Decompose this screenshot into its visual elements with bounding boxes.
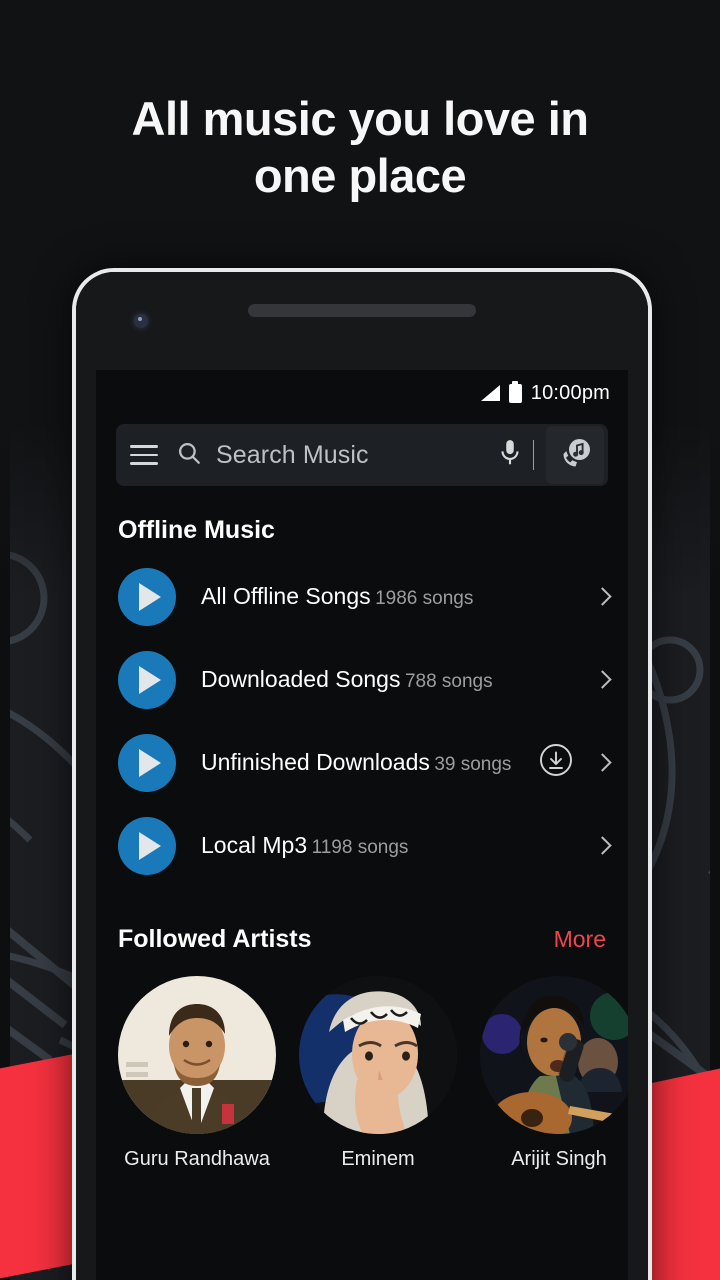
promo-screenshot: All music you love in one place 10:00pm [0, 0, 720, 1280]
list-item-subtitle: 1986 songs [375, 588, 474, 610]
caller-tune-icon[interactable] [546, 426, 604, 484]
followed-artists-header: Followed Artists More [96, 925, 628, 954]
list-item-text: Local Mp3 1198 songs [201, 831, 596, 860]
phone-volume-button[interactable] [648, 570, 652, 718]
front-camera-icon [134, 314, 148, 328]
chevron-right-icon[interactable] [596, 670, 608, 690]
headline-line-2: one place [253, 149, 467, 203]
earpiece-speaker [248, 304, 476, 317]
followed-artists-list: Guru Randhawa Eminem Arijit Singh [96, 976, 628, 1171]
offline-music-header: Offline Music [96, 516, 628, 545]
list-item-title: Local Mp3 [201, 832, 308, 859]
download-icon[interactable] [538, 742, 574, 783]
list-item-title: Unfinished Downloads [201, 749, 430, 776]
list-item[interactable]: All Offline Songs 1986 songs [96, 555, 628, 638]
play-icon[interactable] [118, 650, 176, 709]
play-icon[interactable] [118, 816, 176, 875]
headline-line-1: All music you love in [131, 92, 590, 145]
search-icon [176, 440, 202, 471]
artist-name: Eminem [341, 1148, 415, 1170]
list-item-text: All Offline Songs 1986 songs [201, 582, 596, 611]
list-item-subtitle: 39 songs [434, 754, 512, 776]
search-input-placeholder[interactable]: Search Music [216, 441, 497, 470]
hamburger-menu-icon[interactable] [130, 445, 158, 465]
play-icon[interactable] [118, 567, 176, 626]
followed-artists-title: Followed Artists [118, 925, 312, 953]
promo-headline: All music you love in one place [0, 90, 720, 205]
list-item-text: Downloaded Songs 788 songs [201, 665, 596, 694]
artist-name: Arijit Singh [511, 1148, 607, 1170]
list-item-title: Downloaded Songs [201, 666, 401, 693]
list-item-subtitle: 1198 songs [311, 837, 409, 859]
chevron-right-icon[interactable] [596, 587, 608, 607]
status-bar-clock: 10:00pm [530, 381, 610, 404]
avatar[interactable] [299, 976, 457, 1134]
search-bar[interactable]: Search Music [116, 424, 608, 486]
signal-triangle-icon [480, 385, 500, 401]
play-icon[interactable] [118, 733, 176, 792]
list-item[interactable]: Local Mp3 1198 songs [96, 804, 628, 887]
avatar[interactable] [118, 976, 276, 1134]
battery-full-icon [508, 380, 522, 403]
artist-name: Guru Randhawa [124, 1148, 270, 1170]
followed-artists-more-link[interactable]: More [554, 926, 606, 953]
list-item[interactable]: Downloaded Songs 788 songs [96, 638, 628, 721]
chevron-right-icon[interactable] [596, 836, 608, 856]
phone-body: 10:00pm Search Music Offline Music All O… [76, 272, 648, 1280]
list-item[interactable]: Unfinished Downloads 39 songs [96, 721, 628, 804]
artist-card[interactable]: Eminem [299, 976, 457, 1171]
list-item-title: All Offline Songs [201, 583, 371, 610]
microphone-icon[interactable] [497, 438, 523, 473]
avatar[interactable] [480, 976, 628, 1134]
phone-mockup: 10:00pm Search Music Offline Music All O… [72, 268, 652, 1280]
status-bar: 10:00pm [96, 370, 628, 416]
list-item-subtitle: 788 songs [404, 671, 493, 693]
search-bar-divider [532, 440, 534, 470]
offline-music-list: All Offline Songs 1986 songs Downloaded … [96, 555, 628, 887]
artist-card[interactable]: Guru Randhawa [118, 976, 276, 1171]
search-bar-container: Search Music [96, 416, 628, 486]
offline-music-title: Offline Music [118, 516, 275, 544]
phone-top-bezel [76, 272, 648, 370]
chevron-right-icon[interactable] [596, 753, 608, 773]
artist-card[interactable]: Arijit Singh [480, 976, 628, 1171]
app-screen: 10:00pm Search Music Offline Music All O… [96, 370, 628, 1280]
phone-power-button[interactable] [648, 358, 652, 430]
list-item-text: Unfinished Downloads 39 songs [201, 748, 538, 777]
